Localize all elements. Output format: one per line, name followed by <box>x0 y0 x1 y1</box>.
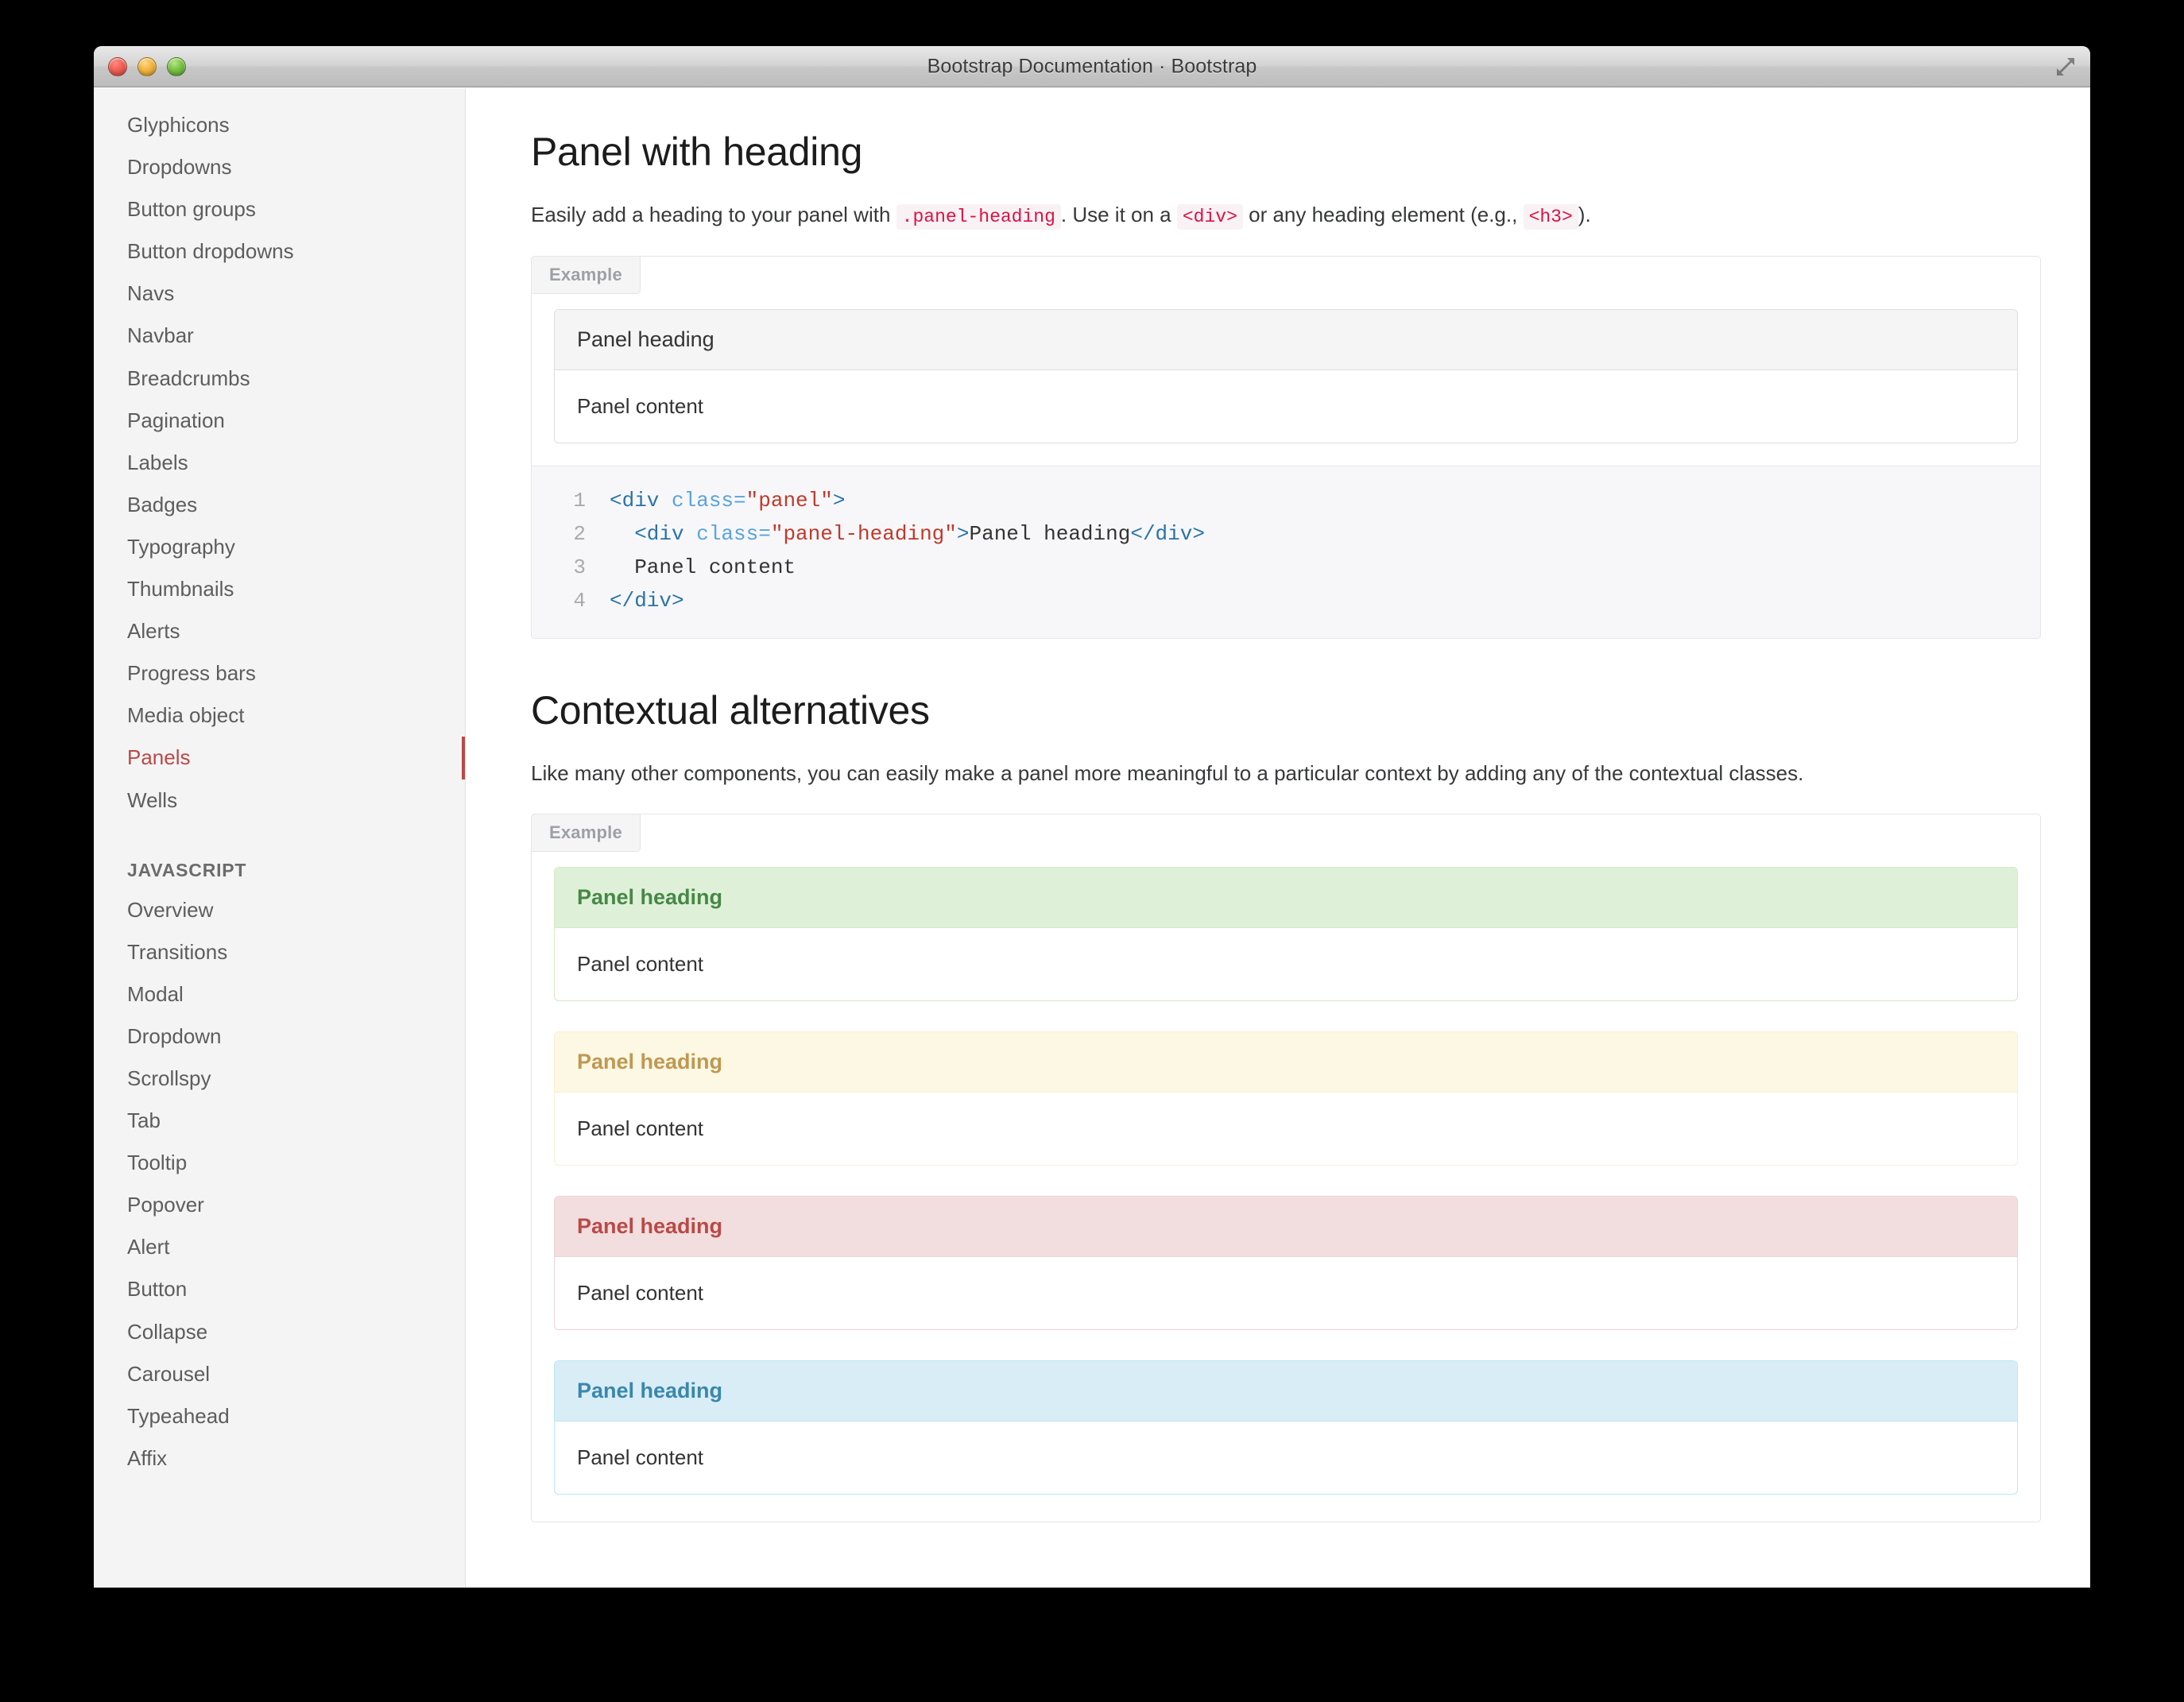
main-scroll-area[interactable]: Panel with heading Easily add a heading … <box>466 88 2090 1588</box>
panel-info-body: Panel content <box>577 1445 704 1469</box>
sidebar-item-tab[interactable]: Tab <box>94 1100 465 1142</box>
panel-danger: Panel heading Panel content <box>554 1195 2018 1330</box>
contextual-alternatives-description: Like many other components, you can easi… <box>531 760 1804 785</box>
panel-warning: Panel heading Panel content <box>554 1031 2018 1166</box>
sidebar-item-dropdown[interactable]: Dropdown <box>94 1015 465 1058</box>
sidebar-item-breadcrumbs[interactable]: Breadcrumbs <box>94 358 465 400</box>
sidebar-item-pagination[interactable]: Pagination <box>94 400 465 442</box>
panel-default-body: Panel content <box>577 393 704 418</box>
sidebar-item-progress-bars[interactable]: Progress bars <box>94 652 465 694</box>
code-panel-heading-class: .panel-heading <box>896 203 1061 230</box>
code-line-text: <div class="panel"> <box>610 488 846 513</box>
sidebar-item-scrollspy[interactable]: Scrollspy <box>94 1058 465 1100</box>
sidebar-item-collapse[interactable]: Collapse <box>94 1311 465 1353</box>
panel-success-body: Panel content <box>577 951 704 976</box>
code-line-number: 4 <box>573 589 586 613</box>
sidebar-item-button-dropdowns[interactable]: Button dropdowns <box>94 230 465 273</box>
code-line: 1 <div class="panel"> <box>532 484 2040 517</box>
panel-info: Panel heading Panel content <box>554 1360 2018 1495</box>
page-title-contextual-alternatives: Contextual alternatives <box>531 688 930 733</box>
panel-danger-body: Panel content <box>577 1280 704 1305</box>
code-line: 3 Panel content <box>532 551 2040 584</box>
sidebar-item-carousel[interactable]: Carousel <box>94 1353 465 1395</box>
sidebar-item-panels[interactable]: Panels <box>94 737 465 779</box>
docs-main-content: Panel with heading Easily add a heading … <box>531 88 2041 1522</box>
sidebar-item-navs[interactable]: Navs <box>94 273 465 315</box>
code-line-number: 1 <box>573 488 586 513</box>
window-titlebar[interactable]: Bootstrap Documentation · Bootstrap <box>94 46 2090 87</box>
panel-success-heading: Panel heading <box>555 867 2017 928</box>
panel-default: Panel heading Panel content <box>554 308 2018 443</box>
example-label-2: Example <box>531 813 641 852</box>
desc-text-3: or any heading element (e.g., <box>1249 202 1518 226</box>
code-snippet-panel[interactable]: 1 <div class="panel"> 2 <div class="panel-… <box>531 465 2041 640</box>
sidebar-item-badges[interactable]: Badges <box>94 484 465 526</box>
code-line-number: 2 <box>573 521 586 546</box>
panel-default-heading: Panel heading <box>555 309 2017 370</box>
sidebar-item-popover[interactable]: Popover <box>94 1184 465 1226</box>
sidebar-item-alert[interactable]: Alert <box>94 1226 465 1268</box>
sidebar-item-transitions[interactable]: Transitions <box>94 931 465 973</box>
example-label-1: Example <box>531 255 641 294</box>
code-line-text: <div class="panel-heading">Panel heading… <box>610 521 1205 546</box>
desc-text-1: Easily add a heading to your panel with <box>531 202 891 226</box>
panel-success: Panel heading Panel content <box>554 866 2018 1001</box>
sidebar-item-affix[interactable]: Affix <box>94 1437 465 1480</box>
panel-warning-heading: Panel heading <box>555 1031 2017 1093</box>
window-title: Bootstrap Documentation · Bootstrap <box>927 55 1257 77</box>
desc-text-4: ). <box>1578 202 1591 226</box>
sidebar-nav-list: Glyphicons Dropdowns Button groups Button d… <box>94 104 465 1480</box>
code-h3-tag: <h3> <box>1523 203 1578 230</box>
code-div-tag: <div> <box>1176 203 1243 230</box>
desc-text-2: . Use it on a <box>1060 202 1171 226</box>
sidebar-item-alerts[interactable]: Alerts <box>94 610 465 652</box>
sidebar-item-tooltip[interactable]: Tooltip <box>94 1142 465 1184</box>
sidebar-item-thumbnails[interactable]: Thumbnails <box>94 568 465 610</box>
panel-warning-body: Panel content <box>577 1116 704 1140</box>
code-line-number: 3 <box>573 555 586 579</box>
panel-info-heading: Panel heading <box>555 1360 2017 1422</box>
window-content: Glyphicons Dropdowns Button groups Button d… <box>94 88 2090 1588</box>
sidebar-section-javascript: JAVASCRIPT <box>127 859 247 880</box>
sidebar-item-navbar[interactable]: Navbar <box>94 315 465 357</box>
sidebar-item-media-object[interactable]: Media object <box>94 694 465 737</box>
sidebar-item-typography[interactable]: Typography <box>94 526 465 568</box>
example-block-contextual: Example Panel heading Panel content Panel … <box>531 813 2041 1522</box>
sidebar-item-button[interactable]: Button <box>94 1268 465 1310</box>
sidebar-item-button-groups[interactable]: Button groups <box>94 188 465 230</box>
sidebar-item-glyphicons[interactable]: Glyphicons <box>94 104 465 146</box>
sidebar-item-dropdowns[interactable]: Dropdowns <box>94 146 465 188</box>
example-block-panel-heading: Example Panel heading Panel content <box>531 255 2041 466</box>
sidebar-item-labels[interactable]: Labels <box>94 442 465 484</box>
code-line-text: </div> <box>610 589 684 613</box>
panel-heading-description: Easily add a heading to your panel with … <box>531 198 1890 232</box>
code-line: 2 <div class="panel-heading">Panel headi… <box>532 517 2040 551</box>
sidebar-item-modal[interactable]: Modal <box>94 973 465 1015</box>
code-line: 4 </div> <box>532 584 2040 617</box>
fullscreen-icon[interactable] <box>2052 53 2079 80</box>
sidebar-item-overview[interactable]: Overview <box>94 889 465 931</box>
sidebar-item-wells[interactable]: Wells <box>94 779 465 822</box>
browser-window: Bootstrap Documentation · Bootstrap Glyp… <box>94 46 2090 1588</box>
panel-danger-heading: Panel heading <box>555 1196 2017 1257</box>
page-title-panel-with-heading: Panel with heading <box>531 130 863 174</box>
docs-sidebar[interactable]: Glyphicons Dropdowns Button groups Button d… <box>94 88 466 1588</box>
contextual-panels-list: Panel heading Panel content Panel heading P… <box>554 866 2018 1495</box>
sidebar-item-typeahead[interactable]: Typeahead <box>94 1395 465 1437</box>
code-line-text: Panel content <box>610 555 796 579</box>
